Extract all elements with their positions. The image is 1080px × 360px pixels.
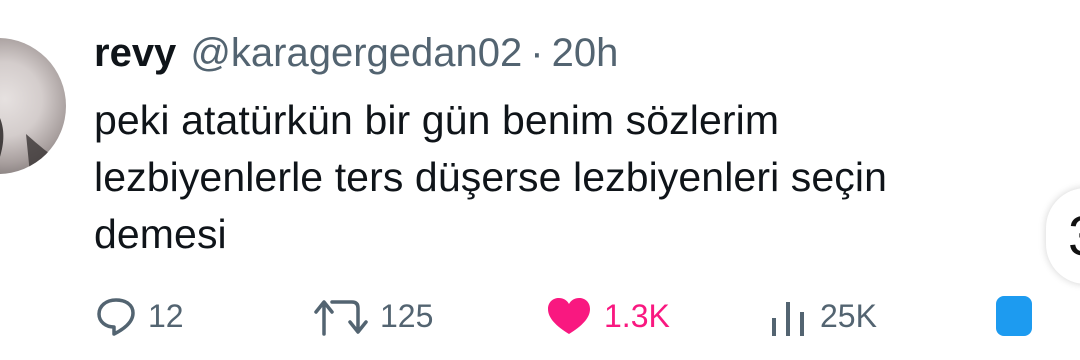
- separator: ·: [530, 31, 544, 75]
- view-count: 25K: [820, 297, 877, 334]
- retweet-icon: [314, 300, 368, 336]
- action-bar: 12 125 1.3K 25K: [0, 296, 1080, 360]
- retweet-count: 125: [380, 297, 434, 334]
- timestamp[interactable]: 20h: [552, 31, 619, 75]
- tweet-text-line: peki atatürkün bir gün benim sözlerim: [94, 97, 780, 143]
- reply-icon: [97, 298, 135, 336]
- scroll-handle-glyph: 3: [1068, 208, 1080, 264]
- tweet-text: peki atatürkün bir gün benim sözlerim le…: [94, 92, 1054, 263]
- retweet-button[interactable]: 125: [312, 296, 433, 336]
- author-name[interactable]: revy: [94, 31, 176, 75]
- views-icon: [772, 302, 804, 336]
- views-button[interactable]: 25K: [768, 296, 877, 336]
- tweet[interactable]: revy @karagergedan02 · 20h peki atatürkün b…: [0, 0, 1080, 360]
- reply-count: 12: [148, 297, 184, 334]
- like-button[interactable]: 1.3K: [546, 296, 670, 336]
- tweet-text-line: demesi: [94, 211, 227, 257]
- avatar[interactable]: [0, 38, 66, 174]
- tweet-header: revy @karagergedan02 · 20h: [94, 28, 618, 78]
- tweet-text-line: lezbiyenlerle ters düşerse lezbiyenleri …: [94, 154, 887, 200]
- like-count: 1.3K: [604, 297, 670, 334]
- avatar-image: [0, 118, 66, 174]
- reply-button[interactable]: 12: [96, 296, 184, 336]
- bookmark-icon[interactable]: [996, 296, 1032, 336]
- heart-icon: [548, 298, 590, 334]
- author-handle[interactable]: @karagergedan02: [190, 31, 522, 75]
